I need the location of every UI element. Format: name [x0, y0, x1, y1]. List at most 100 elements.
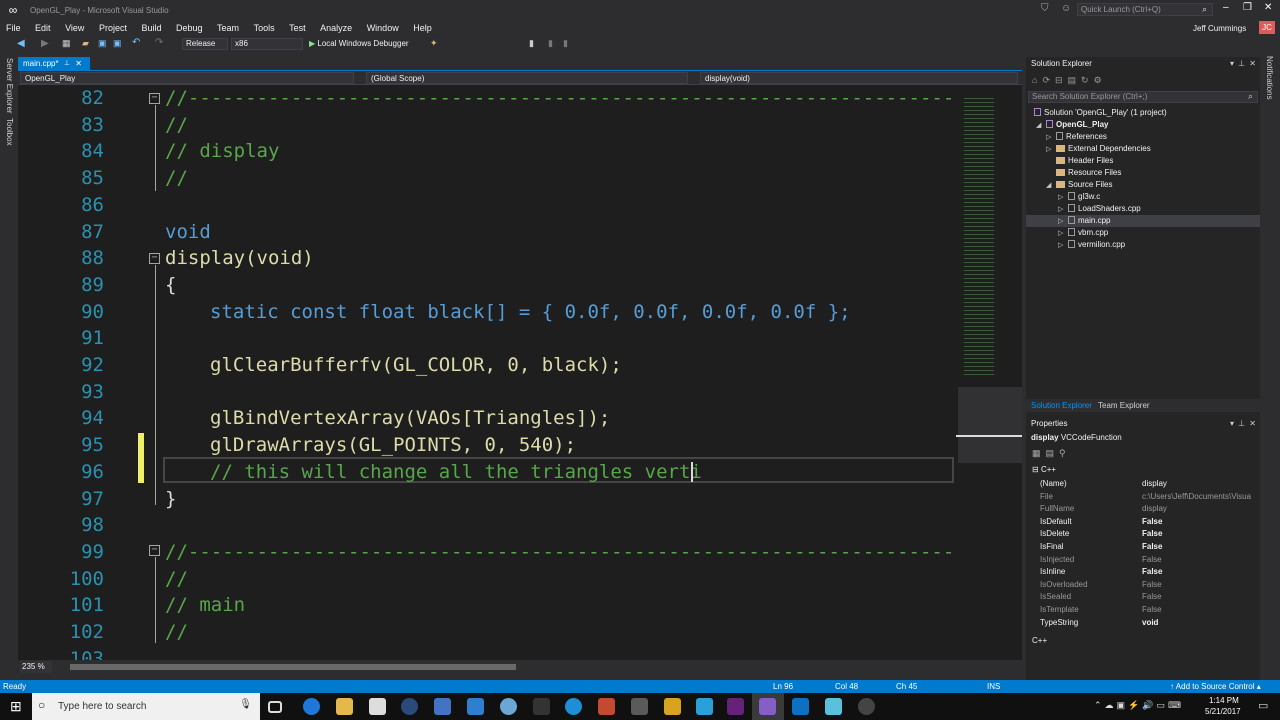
configuration-select[interactable]: Release [182, 38, 228, 50]
tree-references[interactable]: ▷ References [1046, 131, 1107, 143]
new-project-icon[interactable]: ▦ [62, 38, 71, 49]
refresh-icon[interactable]: ↻ [1081, 75, 1094, 85]
close-tab-icon[interactable]: ✕ [75, 57, 82, 71]
quick-launch-input[interactable]: Quick Launch (Ctrl+Q) ⌕ [1077, 3, 1213, 16]
project-dropdown[interactable]: OpenGL_Play [20, 72, 354, 84]
pin-tab-icon[interactable]: ⊥ [64, 57, 70, 71]
menu-window[interactable]: Window [361, 20, 405, 36]
app-icon[interactable] [825, 698, 842, 715]
tree-external-deps[interactable]: ▷ External Dependencies [1046, 143, 1151, 155]
pane-close-icon[interactable]: ✕ [1249, 57, 1256, 71]
tree-file-vermilion[interactable]: ▷ vermilion.cpp [1058, 239, 1125, 251]
minimize-button[interactable]: – [1223, 2, 1229, 13]
tree-header-files[interactable]: Header Files [1046, 155, 1113, 167]
expanded-arrow-icon[interactable]: ◢ [1036, 120, 1046, 132]
property-row[interactable]: TypeString void [1032, 617, 1258, 630]
menu-edit[interactable]: Edit [29, 20, 57, 36]
property-row[interactable]: IsDelete False [1032, 528, 1258, 541]
property-row[interactable]: FullName display [1032, 503, 1258, 516]
maximize-button[interactable]: ❐ [1243, 2, 1252, 13]
scope-dropdown[interactable]: (Global Scope) [366, 72, 688, 84]
app-icon[interactable] [696, 698, 713, 715]
add-to-source-control-button[interactable]: ↑ Add to Source Control ▴ [1170, 680, 1261, 693]
app-icon[interactable] [858, 698, 875, 715]
collapse-region-icon[interactable]: − [149, 545, 160, 556]
tree-file-gl3w[interactable]: ▷ gl3w.c [1058, 191, 1100, 203]
steam-icon[interactable] [401, 698, 418, 715]
member-dropdown[interactable]: display(void) [700, 72, 1018, 84]
pane-dropdown-icon[interactable]: ▾ [1230, 417, 1234, 431]
app-icon[interactable] [631, 698, 648, 715]
clock-time[interactable]: 1:14 PM [1209, 696, 1239, 705]
redo-icon[interactable]: ↷ [155, 37, 163, 48]
tree-source-files[interactable]: ◢ Source Files [1046, 179, 1112, 191]
collapsed-arrow-icon[interactable]: ▷ [1058, 240, 1068, 252]
start-icon[interactable]: ⊞ [10, 698, 22, 715]
tab-team-explorer[interactable]: Team Explorer [1098, 399, 1150, 412]
solution-search-input[interactable]: Search Solution Explorer (Ctrl+;) ⌕ [1028, 91, 1258, 103]
tab-main-cpp[interactable]: main.cpp* ✕ ⊥ [18, 57, 90, 71]
notifications-tab[interactable]: Notifications [1265, 56, 1274, 100]
edge-icon[interactable] [303, 698, 320, 715]
pane-pin-icon[interactable]: ⊥ [1238, 417, 1245, 431]
task-view-icon[interactable] [268, 701, 282, 713]
property-row[interactable]: IsOverloaded False [1032, 579, 1258, 592]
property-row[interactable]: IsFinal False [1032, 541, 1258, 554]
platform-select[interactable]: x86 [231, 38, 303, 50]
microphone-icon[interactable]: 🎙 [239, 699, 252, 710]
toolbox-tab[interactable]: Toolbox [5, 118, 14, 146]
bookmark-next-icon[interactable]: ▮ [563, 38, 568, 49]
system-tray-icons[interactable]: ⌃☁▣⚡🔊▭⌨ [1094, 700, 1184, 711]
app-icon[interactable] [565, 698, 582, 715]
close-button[interactable]: ✕ [1264, 2, 1272, 13]
horizontal-scrollbar[interactable]: 235 % [18, 660, 956, 674]
tree-file-main[interactable]: ▷ main.cpp [1058, 215, 1110, 227]
tree-project[interactable]: ◢ OpenGL_Play [1036, 119, 1108, 131]
sync-icon[interactable]: ⟳ [1042, 75, 1055, 85]
zoom-select[interactable]: 235 % [20, 661, 52, 673]
app-icon[interactable] [434, 698, 451, 715]
menu-team[interactable]: Team [211, 20, 245, 36]
property-row[interactable]: (Name) display [1032, 478, 1258, 491]
code-minimap-scrollbar[interactable] [956, 85, 1022, 660]
undo-icon[interactable]: ↶ [132, 37, 140, 48]
expanded-arrow-icon[interactable]: ◢ [1046, 180, 1056, 192]
menu-test[interactable]: Test [283, 20, 312, 36]
app-icon[interactable] [467, 698, 484, 715]
tree-file-vbm[interactable]: ▷ vbm.cpp [1058, 227, 1108, 239]
app-icon[interactable] [598, 698, 615, 715]
code-editor[interactable]: 82 83 84 85 86 87 88 89 90 91 92 93 94 9… [18, 85, 956, 660]
visual-studio-logo-icon[interactable]: ∞ [6, 3, 20, 17]
menu-debug[interactable]: Debug [170, 20, 209, 36]
properties-category[interactable]: ⊟ C++ [1032, 465, 1056, 474]
collapse-all-icon[interactable]: ⊟ [1055, 75, 1068, 85]
visual-studio-active-taskbar-button[interactable] [752, 693, 784, 720]
save-all-icon[interactable]: ▣ [113, 38, 122, 49]
properties-icon[interactable]: ⚙ [1094, 75, 1107, 85]
file-explorer-icon[interactable] [336, 698, 353, 715]
property-row[interactable]: IsSealed False [1032, 591, 1258, 604]
attach-icon[interactable]: ✦ [430, 38, 438, 49]
avatar[interactable]: JC [1259, 21, 1275, 34]
collapse-category-icon[interactable]: ⊟ [1032, 465, 1039, 474]
collapse-region-icon[interactable]: − [149, 93, 160, 104]
horizontal-scroll-thumb[interactable] [70, 664, 516, 670]
start-debugging-button[interactable]: ▶ Local Windows Debugger [309, 38, 421, 50]
show-all-files-icon[interactable]: ▤ [1068, 75, 1082, 85]
app-icon[interactable] [533, 698, 550, 715]
tree-solution[interactable]: Solution 'OpenGL_Play' (1 project) [1034, 107, 1167, 119]
menu-project[interactable]: Project [93, 20, 133, 36]
app-icon[interactable] [664, 698, 681, 715]
property-row[interactable]: File c:\Users\Jeff\Documents\Visua [1032, 491, 1258, 504]
alphabetical-icon[interactable]: ▤ [1046, 448, 1060, 458]
pane-dropdown-icon[interactable]: ▾ [1230, 57, 1234, 71]
property-pages-icon[interactable]: ⚲ [1059, 448, 1071, 458]
app-icon[interactable] [792, 698, 809, 715]
save-icon[interactable]: ▣ [98, 38, 107, 49]
property-row[interactable]: IsTemplate False [1032, 604, 1258, 617]
forward-icon[interactable]: ▶ [41, 38, 49, 49]
menu-build[interactable]: Build [135, 20, 167, 36]
server-explorer-tab[interactable]: Server Explorer [5, 58, 14, 114]
filter-icon[interactable]: ⛉ [1041, 3, 1049, 14]
bookmark-prev-icon[interactable]: ▮ [548, 38, 553, 49]
